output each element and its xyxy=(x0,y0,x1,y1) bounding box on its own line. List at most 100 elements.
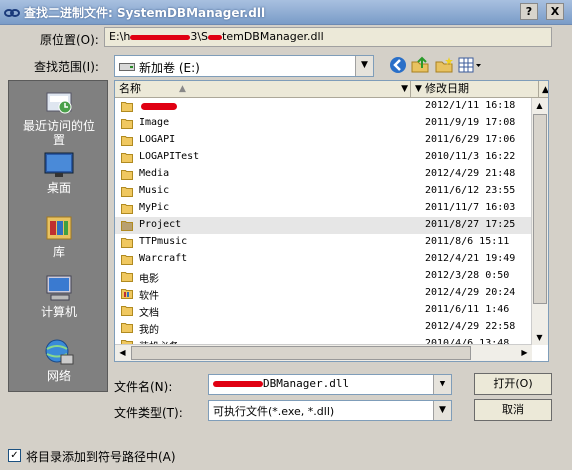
file-date: 2012/4/29 22:58 xyxy=(425,321,516,332)
window-title: 查找二进制文件: SystemDBManager.dll xyxy=(24,6,266,20)
file-row[interactable]: 软件 2012/4/29 20:24 xyxy=(115,285,533,302)
computer-icon xyxy=(46,275,72,301)
scroll-up-arrow[interactable]: ▲ xyxy=(532,98,547,113)
lookin-combo[interactable]: 新加卷 (E:) ▼ xyxy=(114,55,374,77)
desktop-icon xyxy=(44,152,74,177)
file-name: Music xyxy=(139,185,170,196)
file-name: 软件 xyxy=(139,291,159,302)
chevron-down-icon[interactable]: ▼ xyxy=(433,375,451,394)
open-button[interactable]: 打开(O) xyxy=(474,373,552,395)
column-date-label: 修改日期 xyxy=(425,82,469,95)
file-row[interactable]: MyPic 2011/11/7 16:03 xyxy=(115,200,533,217)
filetype-combo[interactable]: 可执行文件(*.exe, *.dll) ▼ xyxy=(208,400,452,421)
column-header-name[interactable]: 名称 ▲ ▼ xyxy=(115,81,411,98)
software-folder-icon xyxy=(121,289,133,299)
place-libraries[interactable]: 库 xyxy=(9,213,109,259)
file-row[interactable]: 我的 2012/4/29 22:58 xyxy=(115,319,533,336)
horizontal-scroll-thumb[interactable] xyxy=(131,346,471,360)
recent-places-icon xyxy=(46,92,72,114)
chevron-down-icon[interactable]: ▼ xyxy=(355,56,373,76)
file-row[interactable]: Project 2011/8/27 17:25 xyxy=(115,217,533,234)
folder-icon xyxy=(121,119,133,129)
redaction-mark xyxy=(208,34,223,40)
file-name: Project xyxy=(139,219,182,230)
checkbox-label: 将目录添加到符号路径中(A) xyxy=(26,450,176,464)
chevron-down-icon[interactable]: ▼ xyxy=(433,401,451,420)
drive-icon xyxy=(119,63,135,71)
chevron-down-icon[interactable]: ▼ xyxy=(401,81,408,97)
chevron-down-icon[interactable]: ▼ xyxy=(415,81,422,97)
place-network[interactable]: 网络 xyxy=(9,337,109,383)
folder-icon xyxy=(121,238,133,248)
scroll-right-arrow[interactable]: ▶ xyxy=(517,345,532,360)
location-value-prefix: E:\h xyxy=(109,30,131,43)
title-bar: 查找二进制文件: SystemDBManager.dll ? X xyxy=(0,0,572,25)
file-date: 2011/6/11 1:46 xyxy=(425,304,510,315)
file-row[interactable]: LOGAPITest 2010/11/3 16:22 xyxy=(115,149,533,166)
file-name: 电影 xyxy=(139,274,159,285)
vertical-scrollbar[interactable]: ▲ ▼ xyxy=(531,98,548,345)
file-row[interactable]: 电影 2012/3/28 0:50 xyxy=(115,268,533,285)
filetype-value: 可执行文件(*.exe, *.dll) xyxy=(213,405,335,418)
file-row[interactable]: 文档 2011/6/11 1:46 xyxy=(115,302,533,319)
scroll-down-arrow[interactable]: ▼ xyxy=(532,330,547,345)
folder-icon xyxy=(121,153,133,163)
location-field: E:\h 3\S temDBManager.dll xyxy=(104,27,552,47)
file-row[interactable]: LOGAPI 2011/6/29 17:06 xyxy=(115,132,533,149)
place-label: 网络 xyxy=(46,369,71,383)
file-name: MyPic xyxy=(139,202,170,213)
redaction-mark xyxy=(130,34,191,40)
column-header-extra[interactable]: ▲ xyxy=(539,81,548,98)
back-button[interactable] xyxy=(388,56,408,76)
place-recent[interactable]: 最近访问的位置 xyxy=(9,87,109,147)
new-folder-button[interactable] xyxy=(434,56,454,76)
file-date: 2012/4/29 21:48 xyxy=(425,168,516,179)
file-list[interactable]: 名称 ▲ ▼ ▼ 修改日期 ▲ 2012/1/11 16:18 Image 2011… xyxy=(114,80,549,362)
filetype-label: 文件类型(T): xyxy=(114,406,183,420)
add-to-symbol-path-checkbox[interactable]: ✓ xyxy=(8,449,21,462)
file-row[interactable]: Music 2011/6/12 23:55 xyxy=(115,183,533,200)
file-row[interactable]: 2012/1/11 16:18 xyxy=(115,98,533,115)
folder-icon xyxy=(121,272,133,282)
filename-combo[interactable]: DBManager.dll ▼ xyxy=(208,374,452,395)
folder-icon xyxy=(121,136,133,146)
close-button[interactable]: X xyxy=(546,3,564,20)
place-label: 桌面 xyxy=(46,181,71,195)
lookin-label: 查找范围(I): xyxy=(34,60,99,74)
up-folder-button[interactable] xyxy=(410,56,430,76)
file-date: 2011/8/27 17:25 xyxy=(425,219,516,230)
file-row[interactable]: Media 2012/4/29 21:48 xyxy=(115,166,533,183)
file-date: 2011/9/19 17:08 xyxy=(425,117,516,128)
back-arrow-icon xyxy=(390,57,406,73)
scroll-left-arrow[interactable]: ◀ xyxy=(115,345,130,360)
vertical-scroll-thumb[interactable] xyxy=(533,114,547,304)
place-label: 库 xyxy=(52,245,65,259)
horizontal-scrollbar[interactable]: ◀ ▶ xyxy=(115,344,532,361)
file-row[interactable]: Warcraft 2012/4/21 19:49 xyxy=(115,251,533,268)
file-row[interactable]: TTPmusic 2011/8/6 15:11 xyxy=(115,234,533,251)
help-button[interactable]: ? xyxy=(520,3,538,20)
redaction-mark xyxy=(141,103,177,110)
location-label: 原位置(O): xyxy=(40,33,99,47)
view-menu-button[interactable] xyxy=(458,56,482,76)
file-row[interactable]: Image 2011/9/19 17:08 xyxy=(115,115,533,132)
folder-icon xyxy=(121,306,133,316)
new-folder-icon xyxy=(435,57,453,73)
file-date: 2010/11/3 16:22 xyxy=(425,151,516,162)
place-computer[interactable]: 计算机 xyxy=(9,273,109,319)
file-date: 2012/3/28 0:50 xyxy=(425,270,510,281)
file-date: 2012/4/29 20:24 xyxy=(425,287,516,298)
place-desktop[interactable]: 桌面 xyxy=(9,151,109,195)
filename-label: 文件名(N): xyxy=(114,380,173,394)
folder-icon xyxy=(121,170,133,180)
file-date: 2011/6/12 23:55 xyxy=(425,185,516,196)
file-date: 2012/1/11 16:18 xyxy=(425,100,516,111)
filename-value: DBManager.dll xyxy=(263,377,350,390)
column-header-date[interactable]: ▼ 修改日期 xyxy=(411,81,539,98)
file-name: 我的 xyxy=(139,325,159,336)
file-name: TTPmusic xyxy=(139,236,188,247)
redaction-mark xyxy=(213,381,263,387)
cancel-button[interactable]: 取消 xyxy=(474,399,552,421)
folder-icon xyxy=(121,102,133,112)
folder-icon xyxy=(121,204,133,214)
